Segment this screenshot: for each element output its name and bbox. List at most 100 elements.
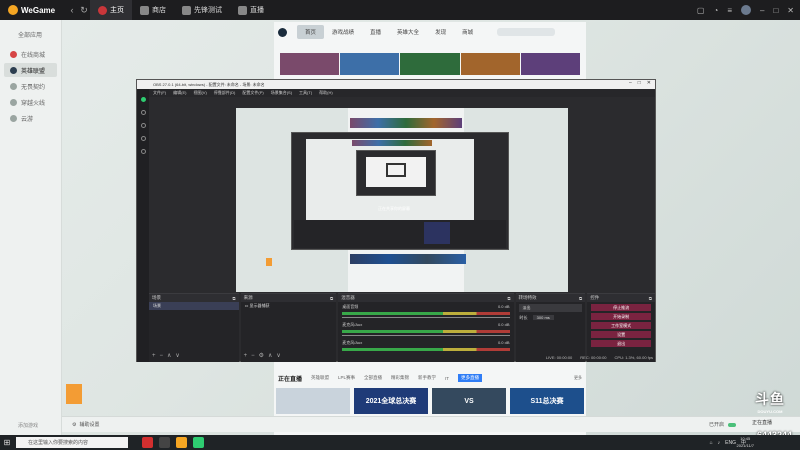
obs-titlebar: OBS 27.0.1 (64-bit, windows) - 配置文件: 未命名… — [137, 80, 655, 89]
assist-settings-label: 辅助设置 — [79, 422, 100, 428]
lol-search-input[interactable] — [497, 28, 556, 36]
live-tab[interactable]: 英雄联盟 — [311, 375, 329, 381]
obs-preview[interactable]: 正在共享你的屏幕 — [236, 108, 568, 292]
dock-menu-icon[interactable]: ⧉ — [330, 296, 333, 301]
start-recording-button[interactable]: 开始录制 — [591, 313, 651, 320]
app-icon[interactable] — [142, 437, 153, 448]
live-tab[interactable]: 新手教学 — [418, 375, 436, 381]
dock-menu-icon[interactable]: ⧉ — [232, 296, 235, 301]
dock-title: 场景 — [152, 295, 161, 300]
clock-date: 2021/11/7 — [736, 443, 755, 448]
duration-input[interactable]: 300 ms — [532, 315, 554, 320]
menu-file[interactable]: 文件(F) — [153, 90, 166, 96]
transition-select[interactable]: 淡出 — [518, 304, 583, 312]
rail-icon[interactable] — [140, 136, 146, 141]
live-tab[interactable]: 全部直播 — [364, 375, 382, 381]
menu-tools[interactable]: 工具(T) — [299, 90, 312, 96]
volume-slider[interactable] — [342, 335, 510, 336]
status-toggle[interactable] — [728, 422, 736, 427]
tab-store[interactable]: 商店 — [132, 0, 174, 20]
menu-view[interactable]: 视图(V) — [193, 90, 206, 96]
network-icon[interactable]: ⌂ — [710, 440, 713, 446]
windows-start-icon[interactable]: ⊞ — [0, 438, 14, 447]
wegame-footer: ⚙ 辅助设置 已开启 — [62, 416, 800, 432]
notification-icon[interactable]: ◔ — [713, 6, 718, 15]
dock-menu-icon[interactable]: ⧉ — [649, 296, 652, 301]
dock-toolbar[interactable]: +−∧∨ — [152, 352, 184, 359]
maximize-icon[interactable]: □ — [773, 6, 778, 15]
scenes-dock: 场景 ⧉ 场景 +−∧∨ — [149, 293, 239, 362]
lol-nav-shop[interactable]: 商城 — [454, 25, 481, 39]
taskbar-clock[interactable]: 10:45 2021/11/7 — [737, 435, 755, 449]
taskbar-search-input[interactable]: 在这里输入你要搜索的内容 — [16, 437, 128, 448]
lol-nav-discover[interactable]: 发现 — [427, 25, 454, 39]
live-tab-active[interactable]: 更多直播 — [458, 374, 483, 382]
lang-indicator[interactable]: ENG — [725, 440, 736, 446]
tab-live[interactable]: 直播 — [230, 0, 272, 20]
minimize-icon[interactable]: – — [629, 80, 632, 86]
wegame-logo[interactable]: WeGame — [8, 5, 66, 15]
lol-nav-heroes[interactable]: 英雄大全 — [389, 25, 427, 39]
close-icon[interactable]: ✕ — [787, 6, 794, 15]
menu-icon[interactable]: ≡ — [727, 6, 732, 15]
lol-nav-record[interactable]: 游戏战绩 — [324, 25, 362, 39]
back-icon[interactable]: ‹ — [66, 5, 78, 15]
sidebar-item-label: 在线商城 — [21, 52, 46, 59]
menu-profile[interactable]: 配置文件(P) — [242, 90, 263, 96]
scene-item[interactable]: 场景 — [149, 302, 239, 310]
tab-pioneer[interactable]: 先锋测试 — [174, 0, 230, 20]
tab-home[interactable]: 主页 — [90, 0, 132, 20]
avatar[interactable] — [741, 5, 751, 15]
rail-icon[interactable] — [140, 110, 146, 115]
live-thumb[interactable] — [276, 388, 350, 414]
rail-icon[interactable] — [140, 123, 146, 128]
channel-db: 0.0 dB — [497, 340, 510, 345]
wegame-app-icon[interactable] — [176, 437, 187, 448]
sidebar-item-cf[interactable]: 穿越火线 — [4, 95, 57, 109]
live-thumb[interactable]: S11总决赛 — [510, 388, 584, 414]
sidebar-item-valorant[interactable]: 无畏契约 — [4, 79, 57, 93]
dock-toolbar[interactable]: +−⚙∧∨ — [244, 352, 285, 359]
more-link[interactable]: 更多 — [574, 375, 582, 381]
minimize-icon[interactable]: – — [760, 6, 764, 15]
lol-logo-icon[interactable] — [278, 27, 287, 37]
dock-menu-icon[interactable]: ⧉ — [579, 296, 582, 301]
stop-streaming-button[interactable]: 停止推流 — [591, 304, 651, 311]
menu-help[interactable]: 帮助(H) — [319, 90, 333, 96]
close-icon[interactable]: ✕ — [647, 80, 651, 86]
sidebar-item-cloud[interactable]: 云游 — [4, 111, 57, 125]
sidebar-item-lol[interactable]: 英雄联盟 — [4, 63, 57, 77]
obs-app-icon[interactable] — [159, 437, 170, 448]
source-item[interactable]: ▭ 显示器捕获 — [241, 302, 337, 310]
menu-edit[interactable]: 编辑(E) — [173, 90, 186, 96]
live-thumb[interactable]: 2021全球总决赛 — [354, 388, 428, 414]
cf-icon — [10, 98, 17, 106]
volume-icon[interactable]: ♪ — [718, 440, 721, 446]
wegame-brand: WeGame — [21, 5, 56, 15]
live-tab[interactable]: LPL赛事 — [338, 375, 355, 381]
lol-nav-home[interactable]: 首页 — [297, 25, 325, 39]
message-icon[interactable]: ▢ — [697, 6, 705, 15]
live-tab[interactable]: 精彩集锦 — [391, 375, 409, 381]
sidebar-item-mall[interactable]: 在线商城 — [4, 47, 57, 61]
refresh-icon[interactable]: ↻ — [78, 5, 90, 16]
status-icon[interactable] — [140, 97, 146, 102]
menu-scene-collection[interactable]: 场景集合(S) — [271, 90, 292, 96]
wechat-app-icon[interactable] — [193, 437, 204, 448]
live-thumb[interactable]: VS — [432, 388, 506, 414]
studio-mode-button[interactable]: 工作室模式 — [591, 322, 651, 329]
lol-nav-live[interactable]: 直播 — [362, 25, 389, 39]
rail-icon[interactable] — [140, 149, 146, 154]
exit-button[interactable]: 退出 — [591, 340, 651, 347]
live-tab[interactable]: IT — [445, 376, 449, 381]
game-thumbnail[interactable] — [66, 384, 82, 404]
dock-menu-icon[interactable]: ⧉ — [507, 296, 510, 301]
volume-slider[interactable] — [342, 317, 510, 318]
settings-button[interactable]: 设置 — [591, 331, 651, 338]
menu-docks[interactable]: 停靠部件(D) — [214, 90, 236, 96]
add-game-link[interactable]: 添加游戏 — [18, 422, 38, 429]
tab-label: 主页 — [110, 7, 124, 14]
hero-banner[interactable] — [280, 53, 581, 75]
assist-settings[interactable]: ⚙ 辅助设置 — [72, 421, 100, 429]
maximize-icon[interactable]: □ — [638, 80, 641, 86]
